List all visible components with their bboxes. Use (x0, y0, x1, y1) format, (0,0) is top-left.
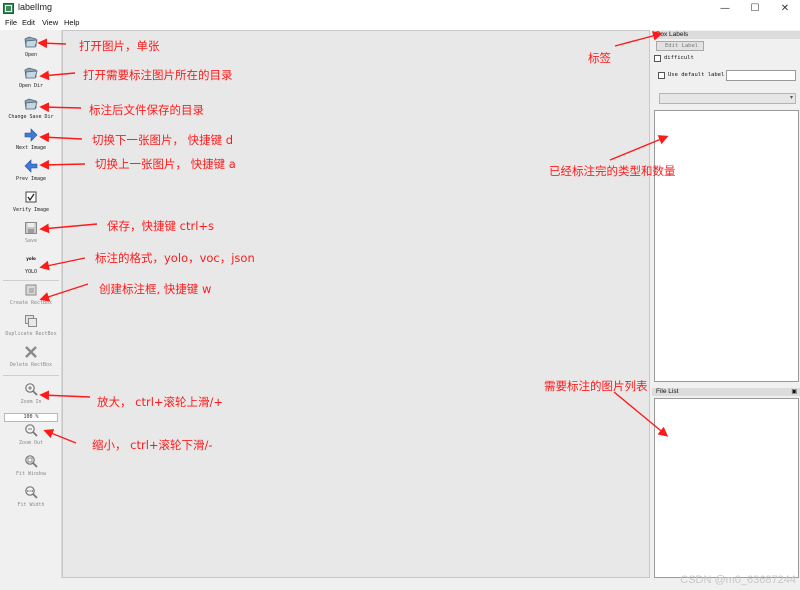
float-dock-icon[interactable]: ▣ (791, 388, 797, 395)
prev-image-button[interactable]: Prev Image (0, 159, 62, 187)
open-dir-label: Open Dir (18, 83, 44, 89)
difficult-label: difficult (664, 55, 694, 61)
next-image-label: Next Image (15, 145, 47, 151)
annotation-prev-image: 切换上一张图片， 快捷键 a (95, 157, 236, 171)
arrow-right-icon (24, 128, 38, 142)
label-list[interactable] (654, 110, 799, 382)
zoom-in-icon (25, 383, 38, 396)
fit-window-label: Fit Window (15, 471, 47, 477)
zoom-out-label: Zoom Out (18, 440, 44, 446)
window-title: labelImg (18, 2, 53, 12)
file-list[interactable] (654, 398, 799, 578)
minimize-button[interactable]: — (710, 0, 740, 17)
menu-bar: File Edit View Help (0, 17, 800, 30)
fit-width-icon (25, 486, 38, 499)
watermark: CSDN @m0_63687244 (680, 574, 796, 586)
title-bar: labelImg — ☐ ✕ (0, 0, 800, 17)
menu-view[interactable]: View (42, 18, 58, 27)
delete-icon (25, 346, 37, 358)
open-label: Open (24, 52, 38, 58)
menu-help[interactable]: Help (64, 18, 79, 27)
annotation-file-list: 需要标注的图片列表 (544, 379, 648, 393)
annotation-label-list: 已经标注完的类型和数量 (549, 164, 676, 178)
folder-icon (24, 67, 38, 79)
chevron-down-icon: ▾ (789, 94, 793, 101)
edit-label-button[interactable]: Edit Label (656, 41, 704, 51)
zoom-out-button[interactable]: Zoom Out (0, 423, 62, 451)
change-save-dir-label: Change Save Dir (8, 114, 54, 120)
label-combobox[interactable]: ▾ (659, 93, 796, 104)
delete-rectbox-button[interactable]: Delete RectBox (0, 345, 62, 373)
zoom-out-icon (25, 424, 38, 437)
folder-icon (24, 98, 38, 110)
save-icon (25, 222, 37, 234)
menu-edit[interactable]: Edit (22, 18, 35, 27)
toolbar-separator (3, 280, 59, 281)
use-default-label-label: Use default label (668, 72, 725, 78)
app-window: labelImg — ☐ ✕ File Edit View Help Open … (0, 0, 800, 590)
toolbar: Open Open Dir Change Save Dir Next Image (0, 30, 62, 578)
verify-image-label: Verify Image (12, 207, 50, 213)
yolo-label: YOLO (24, 269, 38, 275)
labelimg-app-icon (3, 3, 14, 14)
create-rectbox-label: Create RectBox (9, 300, 53, 306)
annotation-change-save-dir: 标注后文件保存的目录 (89, 103, 204, 117)
annotation-open-dir: 打开需要标注图片所在的目录 (83, 68, 233, 82)
verify-image-button[interactable]: Verify Image (0, 190, 62, 218)
prev-image-label: Prev Image (15, 176, 47, 182)
open-dir-button[interactable]: Open Dir (0, 66, 62, 94)
next-image-button[interactable]: Next Image (0, 128, 62, 156)
checkbox-icon (25, 191, 37, 203)
close-button[interactable]: ✕ (770, 0, 800, 17)
duplicate-icon (25, 315, 37, 327)
duplicate-rectbox-label: Duplicate RectBox (5, 331, 57, 337)
difficult-checkbox[interactable] (654, 55, 661, 62)
save-button[interactable]: Save (0, 221, 62, 249)
menu-file[interactable]: File (5, 18, 17, 27)
open-button[interactable]: Open (0, 35, 62, 63)
save-label: Save (24, 238, 38, 244)
delete-rectbox-label: Delete RectBox (9, 362, 53, 368)
arrow-left-icon (24, 159, 38, 173)
annotation-save: 保存，快捷键 ctrl+s (107, 219, 215, 233)
use-default-label-checkbox[interactable] (658, 72, 665, 79)
file-list-title: File List ▣ (652, 388, 800, 396)
rect-box-icon (25, 284, 37, 296)
maximize-button[interactable]: ☐ (740, 0, 770, 17)
zoom-in-button[interactable]: Zoom In (0, 382, 62, 410)
fit-window-icon (25, 455, 38, 468)
format-yolo-button[interactable]: yolo YOLO (0, 252, 62, 280)
fit-window-button[interactable]: Fit Window (0, 454, 62, 482)
default-label-input[interactable] (726, 70, 796, 81)
annotation-box-labels: 标签 (588, 51, 611, 65)
annotation-next-image: 切换下一张图片， 快捷键 d (92, 133, 234, 147)
folder-icon (24, 36, 38, 48)
annotation-format: 标注的格式，yolo，voc，json (95, 251, 255, 265)
toolbar-separator (3, 375, 59, 376)
fit-width-label: Fit Width (17, 502, 45, 508)
change-save-dir-button[interactable]: Change Save Dir (0, 97, 62, 125)
fit-width-button[interactable]: Fit Width (0, 485, 62, 513)
create-rectbox-button[interactable]: Create RectBox (0, 283, 62, 311)
file-list-title-text: File List (656, 388, 679, 395)
box-labels-title: Box Labels (652, 31, 800, 39)
annotation-open: 打开图片，单张 (79, 39, 160, 53)
zoom-in-label: Zoom In (20, 399, 42, 405)
annotation-zoom-in: 放大， ctrl+滚轮上滑/+ (97, 395, 224, 409)
annotation-create-rectbox: 创建标注框, 快捷键 w (99, 282, 212, 296)
zoom-level-field[interactable]: 100 % (4, 413, 58, 422)
duplicate-rectbox-button[interactable]: Duplicate RectBox (0, 314, 62, 342)
format-icon: yolo (26, 256, 36, 261)
annotation-zoom-out: 缩小， ctrl+滚轮下滑/- (92, 438, 213, 452)
